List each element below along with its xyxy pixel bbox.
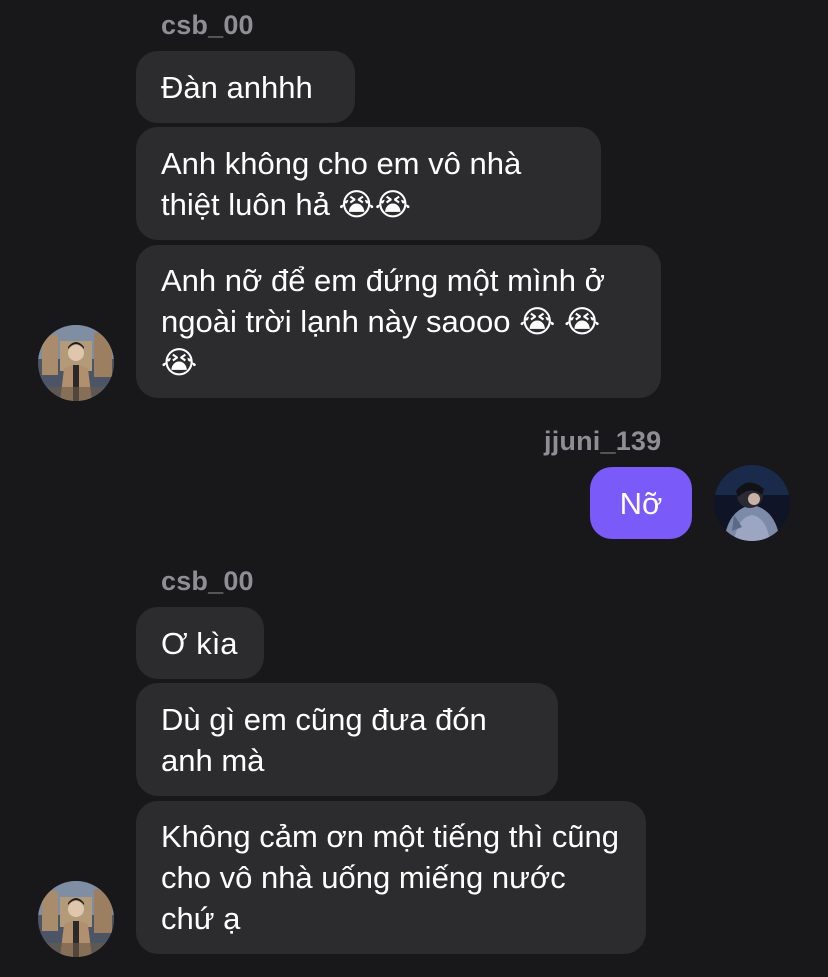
message-bubble-received[interactable]: Đàn anhhh [136, 51, 355, 123]
avatar[interactable] [714, 465, 790, 541]
user-photo-avatar-icon [38, 881, 114, 957]
message-bubble-received[interactable]: Anh nỡ để em đứng một mình ở ngoài trời … [136, 245, 661, 398]
avatar[interactable] [38, 881, 114, 957]
avatar[interactable] [38, 325, 114, 401]
message-bubble-received[interactable]: Anh không cho em vô nhà thiệt luôn hả 😭😭 [136, 127, 601, 240]
sender-name-csb-00: csb_00 [161, 10, 254, 40]
message-bubble-received[interactable]: Dù gì em cũng đưa đón anh mà [136, 683, 558, 796]
message-text: Ơ kìa [161, 625, 238, 661]
message-text: Anh không cho em vô nhà thiệt luôn hả 😭😭 [161, 145, 522, 222]
message-text: Đàn anhhh [161, 69, 313, 105]
user-photo-avatar-icon [38, 325, 114, 401]
sender-name-jjuni-139: jjuni_139 [544, 426, 662, 456]
message-text: Dù gì em cũng đưa đón anh mà [161, 701, 487, 778]
message-bubble-received[interactable]: Không cảm ơn một tiếng thì cũng cho vô n… [136, 801, 646, 954]
message-bubble-sent[interactable]: Nỡ [590, 467, 692, 539]
sender-name-csb-00: csb_00 [161, 566, 254, 596]
message-text: Anh nỡ để em đứng một mình ở ngoài trời … [161, 263, 605, 380]
user-photo-avatar-icon [714, 465, 790, 541]
message-text: Không cảm ơn một tiếng thì cũng cho vô n… [161, 819, 620, 936]
message-bubble-received[interactable]: Ơ kìa [136, 607, 264, 679]
message-text: Nỡ [619, 485, 663, 521]
